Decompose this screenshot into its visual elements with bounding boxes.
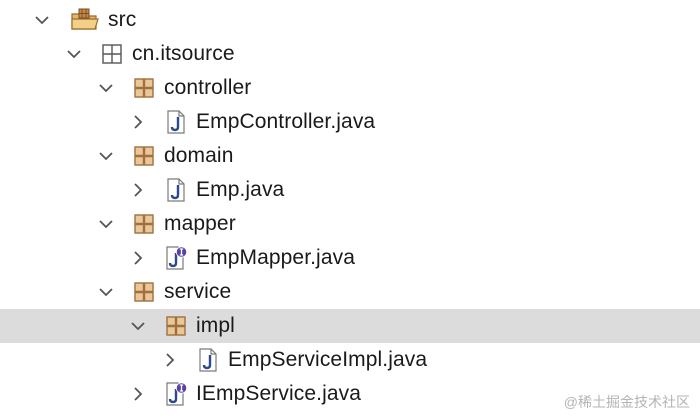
tree-node-label: src: [108, 8, 137, 31]
tree-node-domain[interactable]: domain: [0, 139, 700, 173]
source-folder-icon: [70, 8, 100, 32]
package-icon: [100, 42, 124, 66]
java-interface-file-icon: [164, 382, 188, 406]
tree-node-controller[interactable]: controller: [0, 71, 700, 105]
chevron-right-icon[interactable]: [128, 248, 148, 268]
package-icon: [132, 280, 156, 304]
tree-node-mapper[interactable]: mapper: [0, 207, 700, 241]
chevron-right-icon[interactable]: [128, 112, 148, 132]
tree-node-label: impl: [196, 314, 235, 337]
java-class-file-icon: [196, 348, 220, 372]
tree-node-emp-java[interactable]: Emp.java: [0, 173, 700, 207]
chevron-right-icon[interactable]: [128, 180, 148, 200]
tree-node-label: mapper: [164, 212, 236, 235]
java-class-file-icon: [164, 178, 188, 202]
package-icon: [132, 76, 156, 100]
tree-node-label: IEmpService.java: [196, 382, 361, 405]
chevron-down-icon[interactable]: [96, 214, 116, 234]
chevron-down-icon[interactable]: [64, 44, 84, 64]
chevron-right-icon[interactable]: [128, 384, 148, 404]
tree-node-empmapper-java[interactable]: EmpMapper.java: [0, 241, 700, 275]
tree-node-label: controller: [164, 76, 252, 99]
tree-node-label: service: [164, 280, 232, 303]
tree-node-label: domain: [164, 144, 234, 167]
tree-node-service[interactable]: service: [0, 275, 700, 309]
tree-node-impl[interactable]: impl: [0, 309, 700, 343]
tree-node-label: Emp.java: [196, 178, 285, 201]
tree-node-src[interactable]: src: [0, 3, 700, 37]
tree-node-label: EmpMapper.java: [196, 246, 355, 269]
chevron-down-icon[interactable]: [96, 146, 116, 166]
tree-node-empserviceimpl-java[interactable]: EmpServiceImpl.java: [0, 343, 700, 377]
chevron-down-icon[interactable]: [96, 78, 116, 98]
java-class-file-icon: [164, 110, 188, 134]
chevron-right-icon[interactable]: [160, 350, 180, 370]
package-explorer-tree: src cn.itsource controller EmpController…: [0, 0, 700, 420]
chevron-down-icon[interactable]: [32, 10, 52, 30]
tree-node-label: cn.itsource: [132, 42, 235, 65]
tree-node-cn-itsource[interactable]: cn.itsource: [0, 37, 700, 71]
tree-node-empcontroller-java[interactable]: EmpController.java: [0, 105, 700, 139]
tree-node-label: EmpController.java: [196, 110, 376, 133]
package-icon: [132, 212, 156, 236]
chevron-down-icon[interactable]: [96, 282, 116, 302]
package-icon: [164, 314, 188, 338]
tree-node-label: EmpServiceImpl.java: [228, 348, 428, 371]
java-interface-file-icon: [164, 246, 188, 270]
chevron-down-icon[interactable]: [128, 316, 148, 336]
package-icon: [132, 144, 156, 168]
watermark: @稀土掘金技术社区: [563, 394, 690, 410]
